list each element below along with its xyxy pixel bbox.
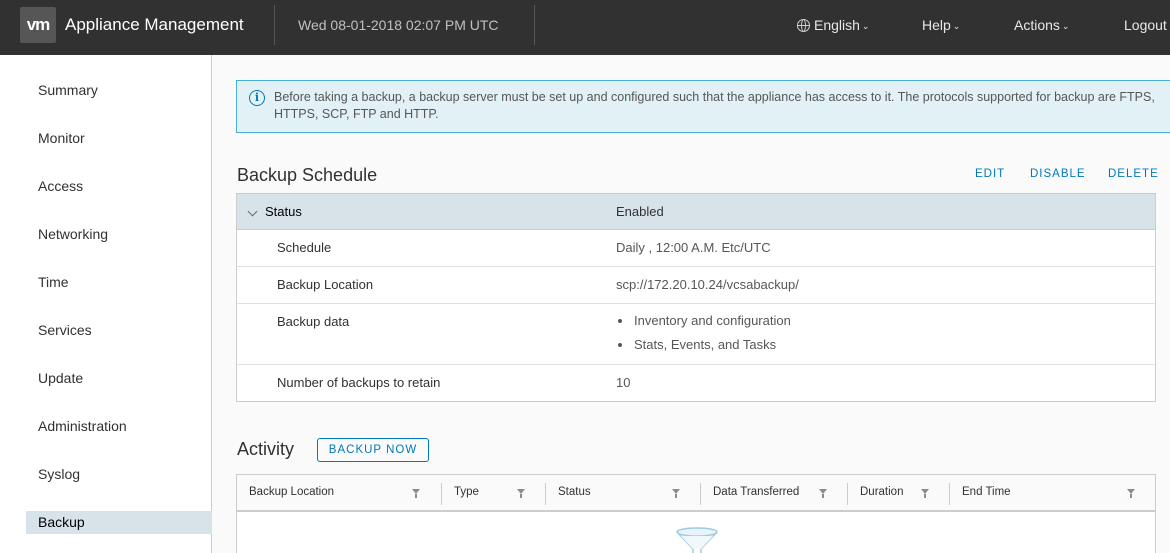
backup-location-value: scp://172.20.10.24/vcsabackup/ <box>616 277 799 292</box>
filter-icon[interactable] <box>1127 489 1135 498</box>
language-label: English <box>814 17 860 33</box>
alert-text: Before taking a backup, a backup server … <box>274 90 1155 121</box>
column-label: End Time <box>962 486 1011 498</box>
globe-icon <box>797 19 810 32</box>
header-divider <box>274 5 275 45</box>
info-icon: i <box>249 90 265 106</box>
schedule-row: Schedule Daily , 12:00 A.M. Etc/UTC <box>237 230 1155 267</box>
chevron-down-icon: ⌄ <box>952 21 961 31</box>
status-value: Enabled <box>616 204 664 219</box>
backup-schedule-stack: Status Enabled Schedule Daily , 12:00 A.… <box>236 193 1156 402</box>
header-divider <box>534 5 535 45</box>
chevron-down-icon[interactable] <box>247 206 258 217</box>
logout-link[interactable]: Logout <box>1124 17 1167 33</box>
backup-location-label: Backup Location <box>277 277 374 292</box>
schedule-value: Daily , 12:00 A.M. Etc/UTC <box>616 240 771 255</box>
retain-row: Number of backups to retain 10 <box>237 365 1155 401</box>
column-label: Type <box>454 486 479 498</box>
list-item: Inventory and configuration <box>616 313 791 337</box>
disable-button[interactable]: DISABLE <box>1030 168 1086 180</box>
actions-menu[interactable]: Actions ⌄ <box>1014 17 1069 33</box>
column-end-time[interactable]: End Time <box>950 475 1155 512</box>
sidebar-item-update[interactable]: Update <box>26 367 212 390</box>
sidebar-item-administration[interactable]: Administration <box>26 415 212 438</box>
backup-location-row: Backup Location scp://172.20.10.24/vcsab… <box>237 267 1155 304</box>
backup-data-list: Inventory and configuration Stats, Event… <box>616 313 791 361</box>
filter-icon[interactable] <box>412 489 420 498</box>
vm-logo: vm <box>20 7 56 43</box>
app-title: Appliance Management <box>65 15 244 34</box>
filter-icon[interactable] <box>819 489 827 498</box>
filter-icon[interactable] <box>921 489 929 498</box>
activity-title: Activity <box>237 439 295 459</box>
status-label: Status <box>265 204 302 219</box>
list-item: Stats, Events, and Tasks <box>616 337 791 361</box>
column-label: Status <box>558 486 591 498</box>
edit-button[interactable]: EDIT <box>975 168 1005 180</box>
sidebar-item-access[interactable]: Access <box>26 175 212 198</box>
help-label: Help <box>922 17 951 33</box>
language-menu[interactable]: English ⌄ <box>797 17 869 33</box>
filter-icon[interactable] <box>517 489 525 498</box>
backup-data-label: Backup data <box>277 314 350 329</box>
sidebar-item-time[interactable]: Time <box>26 271 212 294</box>
backup-schedule-title: Backup Schedule <box>237 165 378 185</box>
chevron-down-icon: ⌄ <box>861 21 870 31</box>
sidebar-item-services[interactable]: Services <box>26 319 212 342</box>
column-label: Duration <box>860 486 904 498</box>
retain-label: Number of backups to retain <box>277 375 441 390</box>
column-data-transferred[interactable]: Data Transferred <box>701 475 848 512</box>
retain-value: 10 <box>616 375 631 390</box>
sidebar-item-backup[interactable]: Backup <box>26 511 212 534</box>
chevron-down-icon: ⌄ <box>1061 21 1070 31</box>
empty-placeholder-icon <box>676 527 718 553</box>
sidebar-item-monitor[interactable]: Monitor <box>26 127 212 150</box>
info-alert: i Before taking a backup, a backup serve… <box>236 80 1170 133</box>
datagrid-header: Backup Location Type Status Data Transfe… <box>237 475 1155 512</box>
backup-now-button[interactable]: BACKUP NOW <box>317 438 429 462</box>
status-row[interactable]: Status Enabled <box>237 194 1155 230</box>
column-type[interactable]: Type <box>442 475 546 512</box>
schedule-label: Schedule <box>277 240 332 255</box>
help-menu[interactable]: Help ⌄ <box>922 17 960 33</box>
backup-data-row: Backup data Inventory and configuration … <box>237 304 1155 365</box>
column-label: Backup Location <box>249 486 335 498</box>
sidebar-nav: Summary Monitor Access Networking Time S… <box>0 55 212 553</box>
sidebar-item-summary[interactable]: Summary <box>26 79 212 102</box>
header-datetime: Wed 08-01-2018 02:07 PM UTC <box>298 17 499 33</box>
actions-label: Actions <box>1014 17 1060 33</box>
column-status[interactable]: Status <box>546 475 701 512</box>
column-backup-location[interactable]: Backup Location <box>237 475 442 512</box>
sidebar-item-syslog[interactable]: Syslog <box>26 463 212 486</box>
delete-button[interactable]: DELETE <box>1108 168 1159 180</box>
sidebar-item-networking[interactable]: Networking <box>26 223 212 246</box>
app-header: vm Appliance Management Wed 08-01-2018 0… <box>0 0 1170 55</box>
column-label: Data Transferred <box>713 486 800 498</box>
filter-icon[interactable] <box>672 489 680 498</box>
column-duration[interactable]: Duration <box>848 475 950 512</box>
